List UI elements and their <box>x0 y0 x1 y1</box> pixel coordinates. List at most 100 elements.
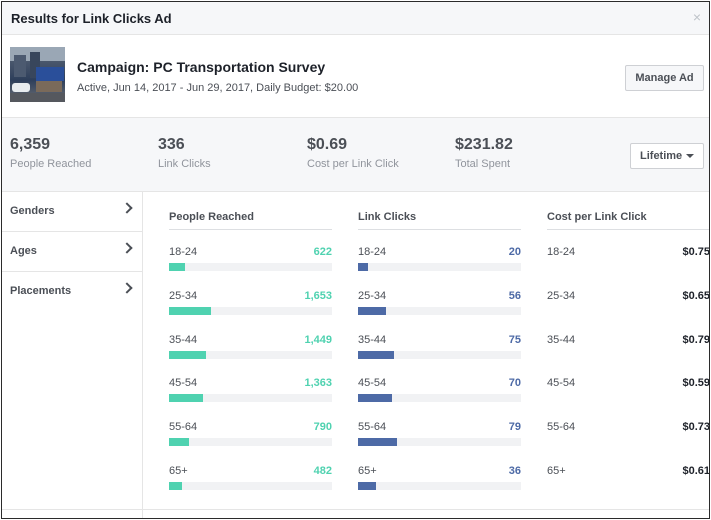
breakdown-row: 35-44 1,449 <box>169 334 332 364</box>
reached-value: 622 <box>313 246 332 258</box>
age-label: 65+ <box>547 465 566 477</box>
cost-value: $0.65 <box>682 289 710 302</box>
clicks-bar <box>358 263 368 271</box>
clicks-value: 36 <box>508 465 521 477</box>
breakdown-row: 65+ $0.61 <box>547 465 710 495</box>
age-label: 18-24 <box>358 246 387 258</box>
breakdown-sidebar: Genders Ages Placements <box>2 192 143 518</box>
bar-track <box>169 306 332 315</box>
reached-value: 790 <box>313 421 332 434</box>
sidebar-item-placements[interactable]: Placements <box>2 272 143 312</box>
reached-bar <box>169 350 207 359</box>
reached-value: 1,449 <box>304 333 332 346</box>
stat-value: 6,359 <box>10 136 51 153</box>
breakdown-row: 25-34 1,653 <box>169 290 332 320</box>
bar-track <box>358 306 521 315</box>
bar-track <box>358 438 521 447</box>
age-label: 45-54 <box>547 377 576 390</box>
bar-track <box>169 438 332 447</box>
stat-value: 336 <box>158 136 185 153</box>
bar-track <box>358 394 521 403</box>
reached-bar <box>169 482 183 490</box>
footer-divider <box>2 509 709 510</box>
dialog-title: Results for Link Clicks Ad <box>11 11 172 26</box>
clicks-value: 75 <box>508 333 521 346</box>
cost-value: $0.61 <box>682 465 710 477</box>
sidebar-item-genders[interactable]: Genders <box>2 192 143 232</box>
breakdown-row: 65+ 36 <box>358 465 521 495</box>
breakdown-row: 18-24 $0.75 <box>547 246 710 276</box>
clicks-bar <box>358 438 398 447</box>
age-label: 25-34 <box>169 289 198 302</box>
breakdown-row: 45-54 70 <box>358 377 521 407</box>
cost-value: $0.73 <box>682 421 710 434</box>
sidebar-item-label: Genders <box>10 205 55 217</box>
breakdown-row: 35-44 75 <box>358 334 521 364</box>
column-header: People Reached <box>169 211 332 230</box>
breakdown-row: 18-24 622 <box>169 246 332 276</box>
caret-down-icon <box>686 154 695 159</box>
clicks-value: 56 <box>508 289 521 302</box>
age-breakdown: People Reached 18-24 622 25-34 1,653 35-44 1,… <box>144 192 710 518</box>
reached-value: 1,363 <box>304 377 332 390</box>
reached-bar <box>169 306 212 315</box>
bar-track <box>169 394 332 403</box>
age-label: 25-34 <box>358 289 387 302</box>
breakdown-row: 55-64 79 <box>358 421 521 451</box>
age-label: 25-34 <box>547 289 576 302</box>
clicks-value: 20 <box>508 246 521 258</box>
breakdown-row: 35-44 $0.79 <box>547 333 710 364</box>
clicks-value: 70 <box>508 377 521 390</box>
time-range-label: Lifetime <box>640 150 683 162</box>
age-label: 65+ <box>358 465 377 477</box>
stat-value: $0.69 <box>307 136 348 153</box>
results-dialog: Results for Link Clicks Ad × Campaign: P… <box>1 1 710 519</box>
breakdown-row: 18-24 20 <box>358 246 521 276</box>
campaign-thumbnail <box>10 47 65 102</box>
dialog-header: Results for Link Clicks Ad × <box>2 2 709 35</box>
stat-label: People Reached <box>10 158 92 170</box>
clicks-value: 79 <box>508 421 521 434</box>
stat-value: $231.82 <box>455 136 513 153</box>
campaign-summary: Campaign: PC Transportation Survey Activ… <box>2 36 709 117</box>
stat-total-spent: $231.82 Total Spent <box>455 136 513 170</box>
reached-bar <box>169 394 204 403</box>
clicks-bar <box>358 306 386 315</box>
bar-track <box>358 482 521 490</box>
reached-value: 1,653 <box>304 289 332 302</box>
clicks-bar <box>358 482 376 490</box>
stat-label: Total Spent <box>455 158 511 170</box>
sidebar-item-label: Ages <box>10 245 37 257</box>
chevron-right-icon <box>121 242 133 254</box>
breakdown-row: 55-64 790 <box>169 421 332 451</box>
reached-bar <box>169 263 186 271</box>
bar-track <box>358 350 521 359</box>
cost-value: $0.59 <box>682 377 710 390</box>
column-header: Cost per Link Click <box>547 211 709 230</box>
clicks-bar <box>358 394 393 403</box>
stat-cost-per-click: $0.69 Cost per Link Click <box>307 136 399 170</box>
cost-value: $0.75 <box>682 246 710 258</box>
campaign-subtitle: Active, Jun 14, 2017 - Jun 29, 2017, Dai… <box>77 82 359 94</box>
age-label: 55-64 <box>169 421 198 434</box>
bar-track <box>169 350 332 359</box>
manage-ad-button[interactable]: Manage Ad <box>625 65 704 91</box>
chevron-right-icon <box>121 202 133 214</box>
breakdown-row: 45-54 1,363 <box>169 377 332 407</box>
sidebar-item-ages[interactable]: Ages <box>2 232 143 272</box>
age-label: 35-44 <box>547 333 576 346</box>
stat-label: Link Clicks <box>158 158 211 170</box>
stat-people-reached: 6,359 People Reached <box>10 136 91 170</box>
cost-value: $0.79 <box>682 333 710 346</box>
campaign-title: Campaign: PC Transportation Survey <box>77 59 326 75</box>
breakdown-row: 25-34 56 <box>358 290 521 320</box>
stats-bar: 6,359 People Reached 336 Link Clicks $0.… <box>2 117 709 192</box>
age-label: 55-64 <box>547 421 576 434</box>
age-label: 35-44 <box>169 333 198 346</box>
age-label: 55-64 <box>358 421 387 434</box>
close-icon[interactable]: × <box>693 9 701 25</box>
column-header: Link Clicks <box>358 211 521 230</box>
time-range-dropdown[interactable]: Lifetime <box>630 143 704 169</box>
bar-track <box>358 263 521 271</box>
age-label: 65+ <box>169 465 188 477</box>
